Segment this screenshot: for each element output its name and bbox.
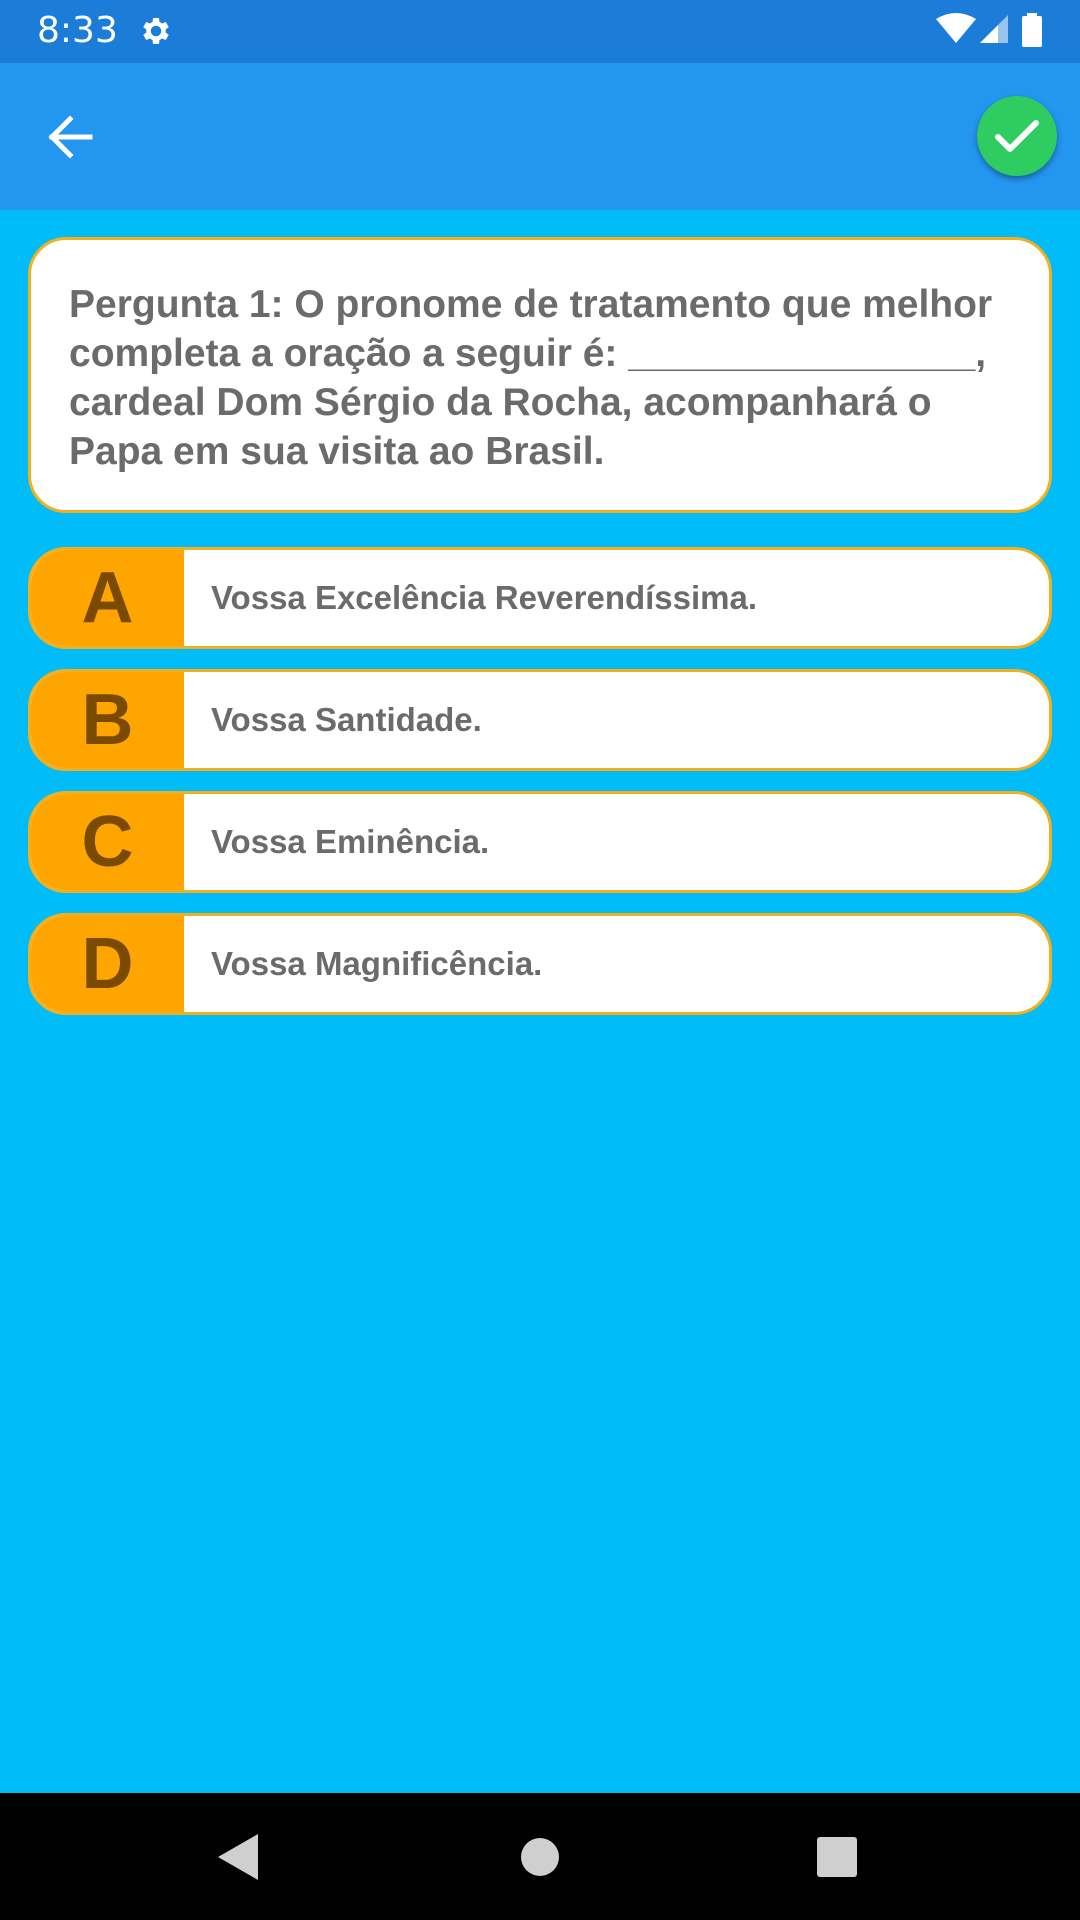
app-bar xyxy=(0,63,1080,210)
recents-square-icon xyxy=(817,1837,857,1877)
arrow-left-icon xyxy=(48,115,93,159)
back-button[interactable] xyxy=(36,106,104,168)
nav-back-button[interactable] xyxy=(206,1825,270,1889)
nav-bar xyxy=(0,1793,1080,1920)
wifi-icon xyxy=(936,13,976,43)
battery-icon xyxy=(1022,16,1042,47)
status-time: 8:33 xyxy=(37,10,118,51)
question-card: Pergunta 1: O pronome de tratamento que … xyxy=(28,237,1052,513)
back-triangle-icon xyxy=(218,1834,258,1880)
option-c[interactable]: C Vossa Eminência. xyxy=(28,791,1052,893)
option-a[interactable]: A Vossa Excelência Reverendíssima. xyxy=(28,547,1052,649)
home-circle-icon xyxy=(521,1838,559,1876)
status-bar: 8:33 xyxy=(0,0,1080,63)
nav-recents-button[interactable] xyxy=(805,1825,869,1889)
question-text: Pergunta 1: O pronome de tratamento que … xyxy=(69,283,993,473)
option-letter: B xyxy=(31,672,184,768)
option-letter: A xyxy=(31,550,184,646)
status-icons xyxy=(936,13,1042,47)
option-b[interactable]: B Vossa Santidade. xyxy=(28,669,1052,771)
option-text: Vossa Eminência. xyxy=(211,823,490,860)
option-letter: C xyxy=(31,794,184,890)
confirm-button[interactable] xyxy=(977,96,1057,176)
check-icon xyxy=(995,120,1039,152)
nav-home-button[interactable] xyxy=(508,1825,572,1889)
option-letter: D xyxy=(31,916,184,1012)
option-text: Vossa Santidade. xyxy=(211,701,482,738)
option-text: Vossa Magnificência. xyxy=(211,945,543,982)
gear-icon xyxy=(143,17,169,45)
option-d[interactable]: D Vossa Magnificência. xyxy=(28,913,1052,1015)
option-text: Vossa Excelência Reverendíssima. xyxy=(211,579,758,616)
